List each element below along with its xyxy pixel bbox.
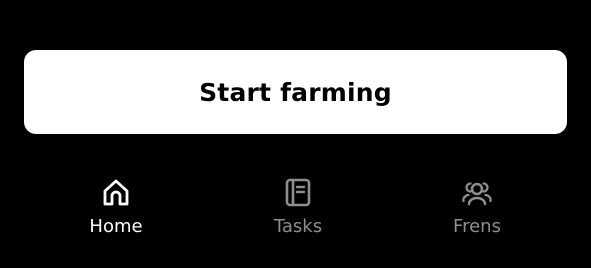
home-icon xyxy=(100,176,132,208)
nav-label-tasks: Tasks xyxy=(273,216,323,237)
frens-icon xyxy=(461,176,493,208)
nav-item-tasks[interactable]: Tasks xyxy=(238,176,358,238)
bottom-nav: Home Tasks Frens xyxy=(0,176,591,246)
nav-label-home: Home xyxy=(89,216,143,237)
start-farming-label: Start farming xyxy=(199,77,392,107)
nav-label-frens: Frens xyxy=(453,216,501,237)
nav-item-home[interactable]: Home xyxy=(56,176,176,238)
app-screen: Start farming Home Tasks Frens xyxy=(0,0,591,268)
start-farming-button[interactable]: Start farming xyxy=(24,50,567,134)
nav-item-frens[interactable]: Frens xyxy=(417,176,537,238)
tasks-icon xyxy=(282,176,314,208)
